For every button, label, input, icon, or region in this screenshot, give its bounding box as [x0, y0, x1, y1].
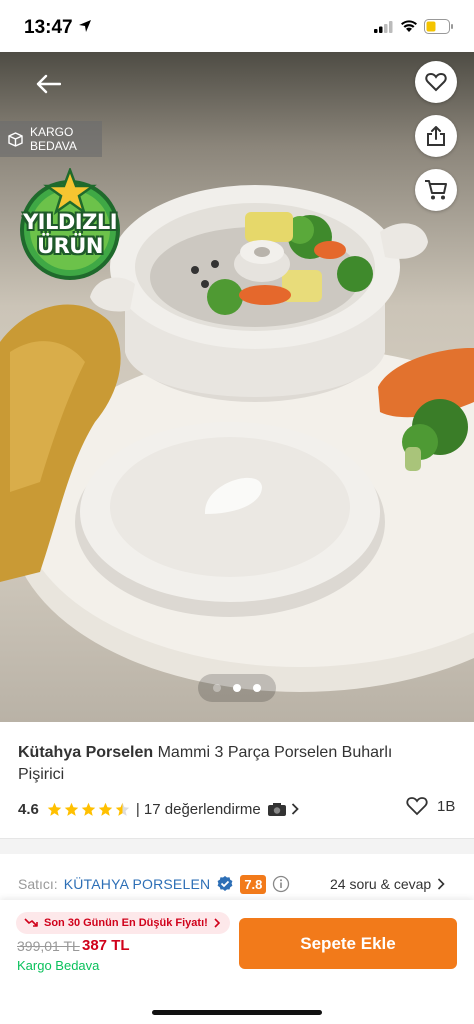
star-icon	[81, 802, 96, 816]
kargo-line2: BEDAVA	[30, 139, 77, 153]
product-image-carousel[interactable]: KARGO BEDAVA YILDIZLI ÜRÜN	[0, 52, 474, 722]
current-price: 387 TL	[82, 937, 130, 954]
signal-icon	[374, 21, 393, 33]
free-shipping-text: Kargo Bedava	[17, 958, 100, 973]
arrow-left-icon	[36, 74, 61, 94]
free-shipping-badge: KARGO BEDAVA	[0, 121, 102, 157]
star-icon	[98, 802, 113, 816]
carousel-dots[interactable]	[198, 674, 276, 702]
heart-icon	[425, 72, 447, 92]
carousel-dot[interactable]	[213, 684, 221, 692]
kargo-line1: KARGO	[30, 125, 74, 139]
section-divider	[0, 838, 474, 854]
trend-down-icon	[24, 918, 38, 927]
location-arrow-icon	[79, 20, 91, 32]
back-button[interactable]	[28, 64, 68, 104]
lowest-price-badge[interactable]: Son 30 Günün En Düşük Fiyatı!	[16, 912, 230, 934]
chevron-right-icon	[214, 918, 220, 928]
battery-icon	[424, 19, 453, 34]
package-icon	[8, 132, 23, 147]
heart-outline-icon	[406, 797, 428, 816]
carousel-dot[interactable]	[233, 684, 241, 692]
like-count: 1B	[437, 797, 456, 815]
home-indicator	[152, 1010, 322, 1015]
chevron-right-icon	[291, 803, 299, 815]
qa-text: 24 soru & cevap	[330, 876, 432, 892]
purchase-bar: Son 30 Günün En Düşük Fiyatı! 399,01 TL …	[0, 900, 474, 1024]
favorite-button[interactable]	[415, 61, 457, 103]
star-badge-line2: ÜRÜN	[37, 234, 103, 258]
camera-icon	[267, 802, 286, 816]
rating-row[interactable]: 4.6 | 17 değerlendirme	[18, 797, 299, 821]
lowest-price-text: Son 30 Günün En Düşük Fiyatı!	[44, 917, 208, 929]
info-icon[interactable]	[272, 875, 290, 893]
seller-label: Satıcı:	[18, 876, 58, 892]
rating-value: 4.6	[18, 800, 39, 818]
verified-badge-icon	[217, 876, 233, 891]
rating-stars	[47, 802, 130, 817]
product-brand[interactable]: Kütahya Porselen	[18, 744, 153, 761]
seller-score: 7.8	[240, 874, 267, 894]
half-star-icon	[115, 802, 130, 816]
old-price: 399,01 TL	[17, 938, 80, 954]
status-bar: 13:47	[0, 0, 474, 52]
star-icon	[47, 802, 62, 816]
status-time: 13:47	[24, 17, 73, 38]
star-badge-line1: YILDIZLI	[22, 210, 118, 234]
review-count[interactable]: | 17 değerlendirme	[136, 801, 261, 818]
seller-name[interactable]: KÜTAHYA PORSELEN	[64, 876, 211, 892]
cart-button[interactable]	[415, 169, 457, 211]
questions-answers-link[interactable]: 24 soru & cevap	[330, 876, 445, 892]
carousel-dot[interactable]	[253, 684, 261, 692]
add-to-cart-button[interactable]: Sepete Ekle	[239, 918, 457, 969]
wifi-icon	[401, 20, 417, 32]
cart-icon	[425, 180, 447, 200]
chevron-right-icon	[438, 878, 445, 890]
star-product-badge: YILDIZLI ÜRÜN	[10, 166, 130, 284]
product-title: Kütahya Porselen Mammi 3 Parça Porselen …	[18, 742, 418, 786]
like-button[interactable]: 1B	[406, 796, 455, 816]
star-icon	[64, 802, 79, 816]
share-icon	[427, 126, 445, 146]
share-button[interactable]	[415, 115, 457, 157]
